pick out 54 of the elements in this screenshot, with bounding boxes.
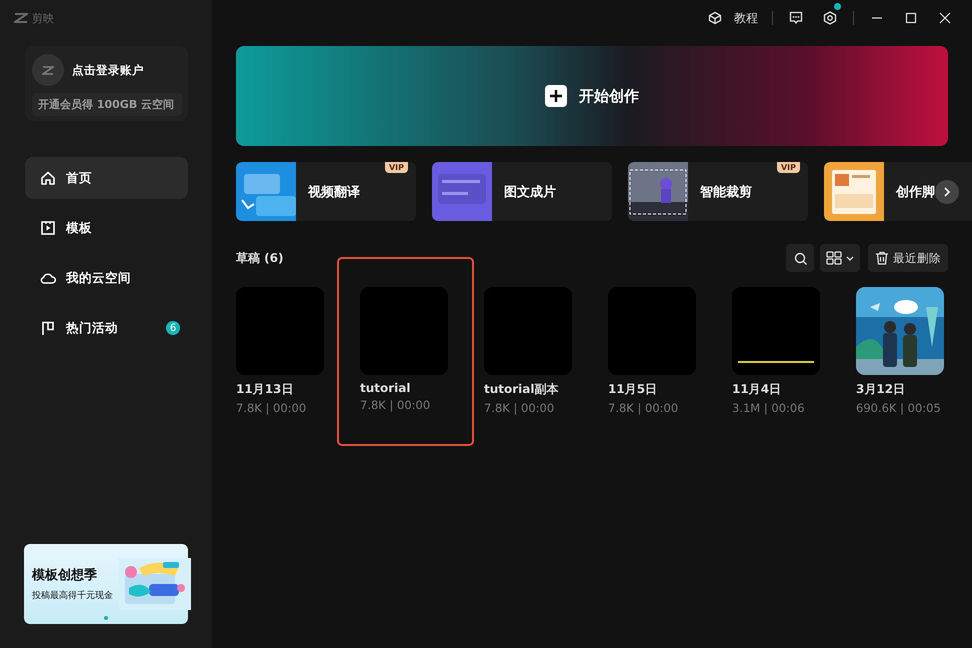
message-icon	[789, 11, 803, 25]
home-icon	[40, 170, 56, 186]
draft-name: tutorial副本	[484, 381, 560, 398]
banner-title: 模板创想季	[32, 566, 98, 584]
draft-thumbnail[interactable]	[732, 287, 820, 375]
nav-item[interactable]: 模板	[25, 207, 188, 249]
draft-meta: 7.8K | 00:00	[236, 401, 308, 415]
draft-meta: 7.8K | 00:00	[608, 401, 680, 415]
membership-promo[interactable]: 开通会员得 100GB 云空间	[32, 93, 182, 116]
account-card[interactable]: 点击登录账户 开通会员得 100GB 云空间	[25, 46, 188, 121]
promo-banner[interactable]: 模板创想季 投稿最高得千元现金	[24, 544, 188, 624]
avatar[interactable]	[32, 54, 64, 86]
vip-badge: VIP	[384, 162, 408, 173]
flag-icon	[40, 320, 56, 336]
view-toggle[interactable]	[820, 244, 860, 272]
vip-badge: VIP	[776, 162, 800, 173]
app-title: 剪映	[32, 10, 54, 26]
draft-meta: 3.1M | 00:06	[732, 401, 806, 415]
settings-icon	[823, 11, 837, 25]
cube-icon	[708, 11, 722, 25]
nav-item[interactable]: 首页	[25, 157, 188, 199]
plus-icon	[545, 85, 567, 107]
tool-card[interactable]: 创作脚	[824, 162, 972, 221]
count-badge: 6	[166, 321, 180, 335]
draft-meta: 7.8K | 00:00	[484, 401, 556, 415]
draft-name: 11月4日	[732, 381, 782, 398]
tool-card[interactable]: 视频翻译 VIP	[236, 162, 416, 221]
logo-icon	[14, 12, 28, 24]
tool-card[interactable]: 智能裁剪 VIP	[628, 162, 808, 221]
draft-name: tutorial	[360, 381, 412, 395]
start-creating-button[interactable]: 开始创作	[236, 46, 948, 146]
login-link[interactable]: 点击登录账户	[72, 62, 144, 78]
tool-card[interactable]: 图文成片	[432, 162, 612, 221]
chevron-down-icon	[846, 254, 854, 262]
close-icon[interactable]	[939, 12, 951, 24]
search-button[interactable]	[786, 244, 814, 272]
nav-item[interactable]: 我的云空间	[25, 257, 188, 299]
draft-meta: 690.6K | 00:05	[856, 401, 942, 415]
logo-icon	[42, 66, 54, 74]
search-icon	[794, 252, 806, 264]
draft-meta: 7.8K | 00:00	[360, 398, 432, 412]
drafts-title: 草稿 (6)	[236, 250, 284, 266]
chevron-right-icon	[942, 187, 952, 197]
recent-delete-button[interactable]: 最近删除	[868, 244, 948, 272]
tutorial-button[interactable]: 教程	[700, 10, 766, 26]
video-frame-icon	[40, 220, 56, 236]
draft-name: 11月13日	[236, 381, 294, 398]
nav-item[interactable]: 热门活动 6	[25, 307, 188, 349]
maximize-icon[interactable]	[905, 12, 917, 24]
grid-icon	[826, 251, 842, 265]
draft-name: 11月5日	[608, 381, 658, 398]
trash-icon	[875, 251, 889, 265]
draft-name: 3月12日	[856, 381, 906, 398]
banner-subtitle: 投稿最高得千元现金	[32, 590, 113, 602]
